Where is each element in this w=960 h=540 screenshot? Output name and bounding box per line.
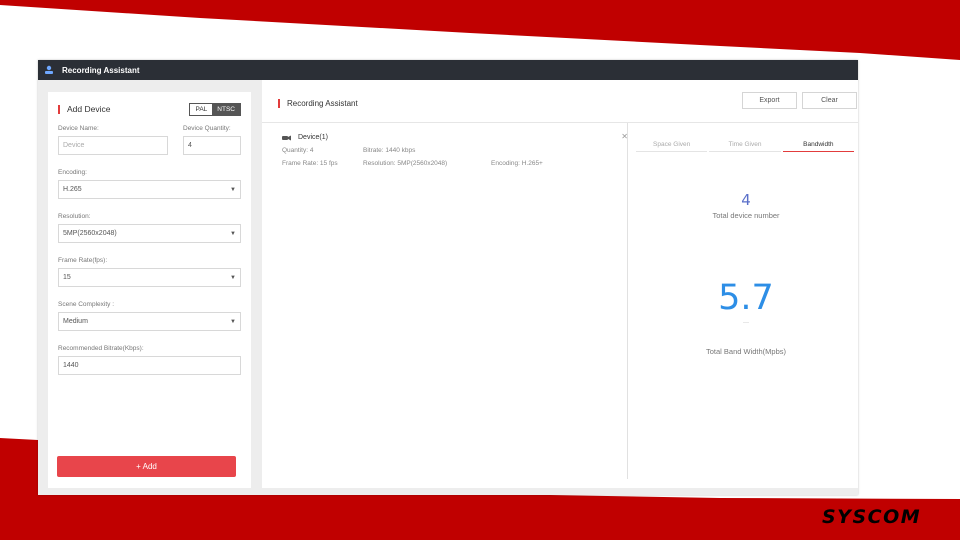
app-logo-icon xyxy=(45,65,53,74)
device-card: Device(1) ✕ Quantity: 4 Bitrate: 1440 kb… xyxy=(282,132,628,194)
encoding-group: Encoding: H.265 ▼ xyxy=(58,169,241,199)
tab-time-given[interactable]: Time Given xyxy=(709,137,781,152)
device-frame-rate: Frame Rate: 15 fps xyxy=(282,160,338,167)
resolution-value: 5MP(2560x2048) xyxy=(63,230,117,237)
device-card-title: Device(1) xyxy=(282,134,624,141)
total-bandwidth-value: 5.7 xyxy=(718,278,774,318)
bandwidth-separator: — xyxy=(743,320,749,326)
device-name-group: Device Name: Device xyxy=(58,125,168,155)
export-button[interactable]: Export xyxy=(742,92,797,109)
add-device-button[interactable]: + Add xyxy=(57,456,236,477)
device-quantity: Quantity: 4 xyxy=(282,147,314,154)
title-bar: Recording Assistant xyxy=(38,60,858,80)
device-name-label: Device Name: xyxy=(58,125,99,132)
device-quantity-label: Device Quantity: xyxy=(183,125,231,132)
device-encoding: Encoding: H.265+ xyxy=(491,160,543,167)
device-bitrate: Bitrate: 1440 kbps xyxy=(363,147,416,154)
device-name-input[interactable]: Device xyxy=(58,136,168,155)
panel-divider xyxy=(627,123,628,479)
chevron-down-icon: ▼ xyxy=(230,274,236,281)
device-resolution: Resolution: 5MP(2560x2048) xyxy=(363,160,448,167)
device-info-line-2: Frame Rate: 15 fps Resolution: 5MP(2560x… xyxy=(282,160,624,167)
scene-complexity-value: Medium xyxy=(63,318,88,325)
chevron-down-icon: ▼ xyxy=(230,186,236,193)
calc-mode-tabs: Space Given Time Given Bandwidth xyxy=(636,137,856,152)
name-quantity-row: Device Name: Device Device Quantity: 4 xyxy=(58,125,241,155)
scene-complexity-group: Scene Complexity : Medium ▼ xyxy=(58,301,241,331)
bitrate-label: Recommended Bitrate(Kbps): xyxy=(58,345,144,352)
frame-rate-select[interactable]: 15 ▼ xyxy=(58,268,241,287)
frame-rate-value: 15 xyxy=(63,274,71,281)
resolution-label: Resolution: xyxy=(58,213,91,220)
chevron-down-icon: ▼ xyxy=(230,318,236,325)
add-device-header: Add Device PAL NTSC xyxy=(58,102,241,116)
header-divider xyxy=(262,122,858,123)
device-info-line-1: Quantity: 4 Bitrate: 1440 kbps xyxy=(282,147,624,154)
scene-complexity-label: Scene Complexity : xyxy=(58,301,114,308)
tab-bandwidth[interactable]: Bandwidth xyxy=(782,137,854,152)
device-quantity-input[interactable]: 4 xyxy=(183,136,241,155)
encoding-value: H.265 xyxy=(63,186,82,193)
standard-option-pal[interactable]: PAL xyxy=(190,104,212,115)
camera-icon xyxy=(282,135,291,140)
clear-button[interactable]: Clear xyxy=(802,92,857,109)
frame-rate-group: Frame Rate(fps): 15 ▼ xyxy=(58,257,241,287)
scene-complexity-select[interactable]: Medium ▼ xyxy=(58,312,241,331)
slide-top-red-shape xyxy=(0,0,960,60)
video-standard-toggle: PAL NTSC xyxy=(189,102,241,116)
encoding-label: Encoding: xyxy=(58,169,87,176)
tab-space-given[interactable]: Space Given xyxy=(636,137,708,152)
frame-rate-label: Frame Rate(fps): xyxy=(58,257,108,264)
add-device-title: Add Device xyxy=(67,104,111,114)
chevron-down-icon: ▼ xyxy=(230,230,236,237)
section-marker xyxy=(278,98,280,108)
total-devices-label: Total device number xyxy=(712,211,780,220)
recording-assistant-window: Recording Assistant Add Device PAL NTSC … xyxy=(38,60,858,495)
section-marker xyxy=(58,104,60,114)
recording-assistant-panel: Recording Assistant Export Clear Device(… xyxy=(262,80,858,488)
total-devices-value: 4 xyxy=(741,191,751,209)
encoding-select[interactable]: H.265 ▼ xyxy=(58,180,241,199)
resolution-select[interactable]: 5MP(2560x2048) ▼ xyxy=(58,224,241,243)
bitrate-input[interactable]: 1440 xyxy=(58,356,241,375)
bitrate-group: Recommended Bitrate(Kbps): 1440 xyxy=(58,345,241,375)
add-device-panel: Add Device PAL NTSC Device Name: Device … xyxy=(48,92,251,488)
total-bandwidth-label: Total Band Width(Mpbs) xyxy=(705,347,787,356)
window-title: Recording Assistant xyxy=(62,65,140,75)
standard-option-ntsc[interactable]: NTSC xyxy=(212,103,240,115)
resolution-group: Resolution: 5MP(2560x2048) ▼ xyxy=(58,213,241,243)
device-quantity-group: Device Quantity: 4 xyxy=(183,125,241,155)
device-name: Device(1) xyxy=(298,134,328,141)
assistant-title: Recording Assistant xyxy=(287,98,358,108)
logo-text: SYSCOM xyxy=(822,506,921,527)
syscom-logo: SYSCOM xyxy=(822,506,921,527)
